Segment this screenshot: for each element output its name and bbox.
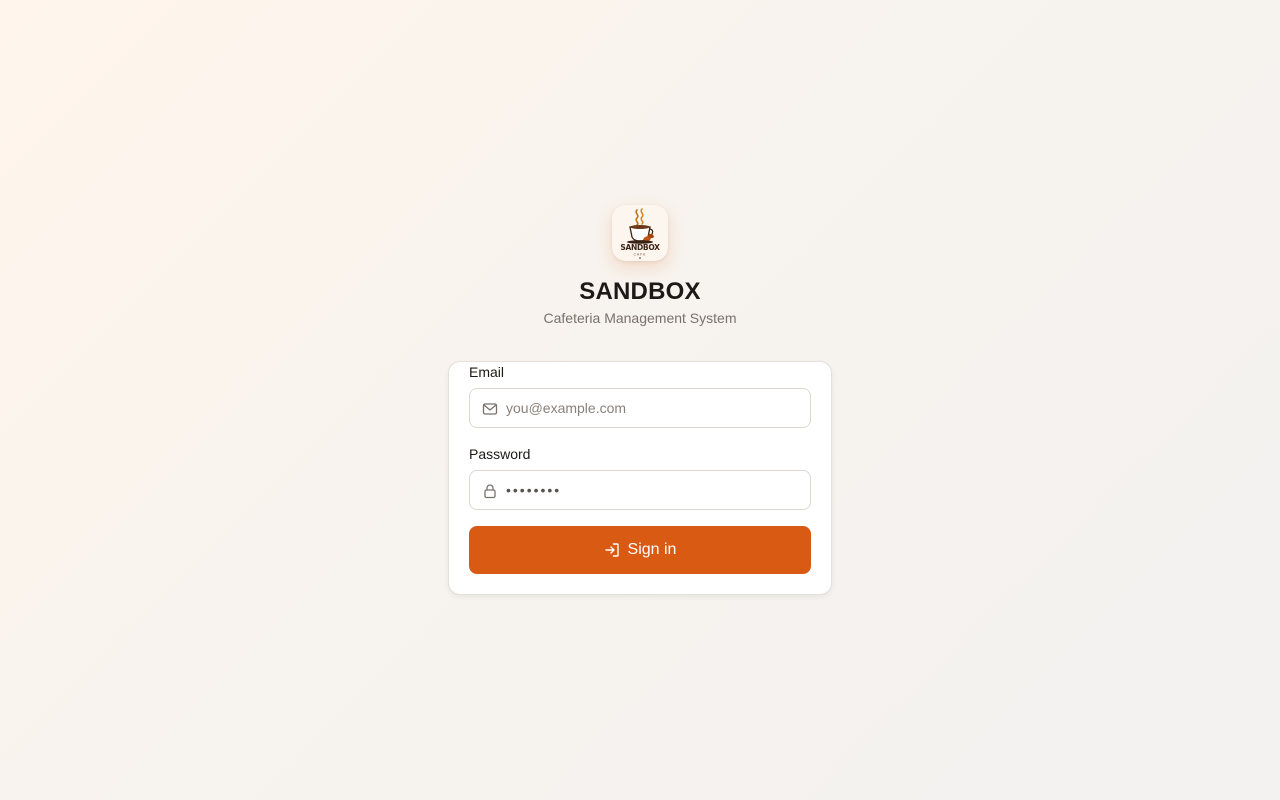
email-field-wrapper[interactable] [469,388,811,428]
password-field-wrapper[interactable] [469,470,811,510]
password-label: Password [469,446,531,462]
password-input[interactable] [506,471,802,509]
login-card: Email Password Sign in [448,361,832,595]
lock-icon [484,484,496,499]
app-logo: SANDBOX CAFE [612,205,668,261]
email-input[interactable] [506,389,802,427]
app-title: SANDBOX [579,278,701,305]
email-label: Email [469,364,505,380]
login-page: SANDBOX CAFE SANDBOX Cafeteria Managemen… [0,0,1280,800]
app-subtitle: Cafeteria Management System [543,310,737,326]
log-in-icon [604,543,619,557]
sign-in-label: Sign in [627,541,677,558]
coffee-cup-logo-icon: SANDBOX CAFE [612,205,668,261]
sign-in-button[interactable]: Sign in [469,526,811,574]
mail-icon [482,403,498,415]
svg-text:CAFE: CAFE [633,253,646,257]
svg-text:SANDBOX: SANDBOX [620,243,660,252]
